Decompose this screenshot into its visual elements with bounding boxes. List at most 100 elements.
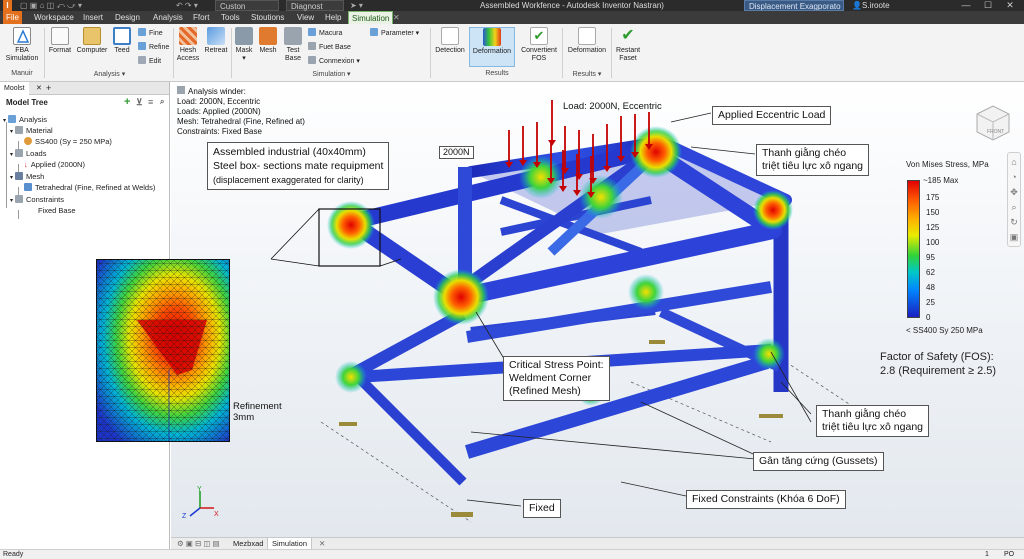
menu-view[interactable]: View: [294, 11, 317, 24]
mesh-grid-icon: [179, 27, 197, 45]
tree-label-material-value: SS400 (Sy = 250 MPa): [35, 137, 112, 146]
macura-button[interactable]: Macura: [308, 28, 342, 39]
collapse-icon[interactable]: ▾: [10, 152, 13, 158]
display-combo[interactable]: Displacement Exagporato: [744, 0, 844, 11]
fuet-base-label: Fuet Base: [319, 44, 351, 51]
analysis-info: Analysis winder: Load: 2000N, Eccentric …: [177, 86, 305, 137]
tab-close-icon[interactable]: ✕: [390, 11, 403, 24]
graphics-viewport[interactable]: Analysis winder: Load: 2000N, Eccentric …: [171, 82, 1024, 537]
browser-tab[interactable]: Moolst: [0, 82, 29, 95]
convertient-fos-button[interactable]: ✔ Convertient FOS: [518, 27, 560, 63]
convertient-fos-label: Convertient FOS: [521, 47, 557, 62]
mesh-button[interactable]: Mesh: [258, 27, 278, 55]
filter-icon[interactable]: ⊻: [136, 97, 143, 108]
select-icon[interactable]: ➤ ▾: [350, 0, 363, 11]
menu-file[interactable]: File: [3, 11, 22, 24]
fea-simulation-button[interactable]: FBA Simulation: [3, 27, 41, 63]
menu-stoutions[interactable]: Stoutions: [248, 11, 287, 24]
tree-item-loads[interactable]: ▾ Loads: [10, 148, 46, 159]
user-icon[interactable]: 👤: [852, 0, 862, 11]
collapse-icon[interactable]: ▾: [10, 175, 13, 181]
deformation2-button[interactable]: Deformation: [565, 27, 609, 55]
mask-button[interactable]: Mask ▾: [234, 27, 254, 63]
tab-mezbxad[interactable]: Mezbxad: [229, 538, 267, 549]
menu-ffort[interactable]: Ffort: [190, 11, 212, 24]
collapse-icon[interactable]: ▾: [10, 198, 13, 204]
retreat-button[interactable]: Retreat: [203, 27, 229, 55]
full-navigation-icon[interactable]: ◔: [1008, 171, 1020, 183]
maximize-icon[interactable]: ☐: [978, 0, 998, 11]
analysis-combo[interactable]: Diagnost: [286, 0, 344, 11]
steel-icon: [24, 137, 32, 145]
fuet-base-button[interactable]: Fuet Base: [308, 42, 351, 53]
document-tabs: ⚙ ▣ ⊟ ◫ ▤ Mezbxad Simulation ✕: [171, 537, 1024, 549]
menu-design[interactable]: Design: [112, 11, 143, 24]
computer-button[interactable]: Computer: [75, 27, 109, 55]
look-at-icon[interactable]: ▣: [1008, 231, 1020, 243]
tree-item-material-value[interactable]: SS400 (Sy = 250 MPa): [24, 136, 112, 147]
edit-button[interactable]: Edit: [138, 56, 161, 67]
zoom-icon[interactable]: ⌕: [1008, 201, 1020, 213]
tree-item-constraints[interactable]: ▾ Constraints: [10, 194, 64, 205]
connexion-button[interactable]: Conmexion ▾: [308, 56, 360, 67]
fine-button[interactable]: Fine: [138, 28, 163, 39]
mask-label: Mask: [235, 47, 253, 54]
menu-workspace[interactable]: Workspace: [31, 11, 77, 24]
teed-label: Teed: [114, 47, 130, 54]
restant-faset-button[interactable]: ✔ Restant Faset: [614, 27, 642, 63]
tree-item-analysis[interactable]: ▾ Analysis: [3, 114, 47, 125]
orbit-icon[interactable]: ↻: [1008, 216, 1020, 228]
group-results: Results: [485, 70, 509, 77]
tree-item-loads-value[interactable]: ↓ Applied (2000N): [24, 159, 85, 170]
tree-item-material[interactable]: ▾ Material: [10, 125, 53, 136]
tab-close-icon[interactable]: ✕: [315, 538, 329, 549]
ribbon-separator: [430, 28, 431, 78]
ribbon-separator: [611, 28, 612, 78]
pan-icon[interactable]: ✥: [1008, 186, 1020, 198]
collapse-icon[interactable]: ▾: [3, 118, 6, 124]
model-tree-title: Model Tree: [6, 98, 48, 107]
app-logo-icon[interactable]: I: [3, 0, 12, 11]
deformation2-label: Deformation: [567, 47, 607, 54]
info-title: Analysis winder:: [177, 86, 305, 97]
refine-button[interactable]: Refine: [138, 42, 169, 53]
user-name[interactable]: S.iroote: [862, 0, 890, 11]
teed-button[interactable]: Teed: [111, 27, 133, 55]
menu-insert[interactable]: Insert: [80, 11, 106, 24]
collapse-icon[interactable]: ▾: [10, 129, 13, 135]
quick-access-icons[interactable]: ▢ ▣ ⌂ ◫ ⤺ ⤻ ▾: [20, 0, 82, 11]
home-view-icon[interactable]: ⌂: [1008, 156, 1020, 168]
menu-help[interactable]: Help: [322, 11, 344, 24]
hesh-access-label: Hesh Access: [176, 47, 200, 62]
restant-faset-label: Restant Faset: [615, 47, 641, 62]
tree-item-constraints-value[interactable]: Fixed Base: [38, 205, 76, 216]
view-cube-face-label: FRONT: [987, 129, 1004, 135]
menu-icon[interactable]: ≡: [148, 97, 153, 107]
menu-simulation[interactable]: Simulation: [348, 11, 394, 24]
legend-label: 175: [926, 193, 940, 202]
view-cube[interactable]: FRONT: [971, 100, 1015, 144]
menu-tools[interactable]: Tools: [218, 11, 243, 24]
search-icon[interactable]: ⌕: [160, 97, 164, 107]
axis-x-label: X: [214, 511, 219, 518]
add-tab-icon[interactable]: +: [42, 82, 55, 95]
style-combo[interactable]: Custon: [215, 0, 279, 11]
tab-settings-icons[interactable]: ⚙ ▣ ⊟ ◫ ▤: [173, 538, 224, 549]
add-icon[interactable]: +: [124, 96, 130, 108]
tree-label-mesh-value: Tetrahedral (Fine, Refined at Welds): [35, 183, 156, 192]
tab-simulation[interactable]: Simulation: [267, 538, 313, 549]
axis-triad: Y X Z: [182, 486, 219, 520]
deformation-button[interactable]: Deformation: [469, 27, 515, 67]
format-button[interactable]: Format: [47, 27, 73, 55]
menu-analysis[interactable]: Analysis: [150, 11, 186, 24]
undo-redo-icons[interactable]: ↶ ↷ ▾: [176, 0, 198, 11]
minimize-icon[interactable]: —: [956, 0, 976, 11]
test-base-button[interactable]: Test Base: [282, 27, 304, 63]
tree-item-mesh[interactable]: ▾ Mesh: [10, 171, 44, 182]
tree-item-mesh-value[interactable]: Tetrahedral (Fine, Refined at Welds): [24, 182, 155, 193]
detection-button[interactable]: Detection: [433, 27, 467, 55]
edit-icon: [138, 56, 146, 64]
parameter-button[interactable]: Parameter ▾: [370, 28, 419, 39]
hesh-access-button[interactable]: Hesh Access: [175, 27, 201, 63]
close-icon[interactable]: ✕: [1000, 0, 1020, 11]
